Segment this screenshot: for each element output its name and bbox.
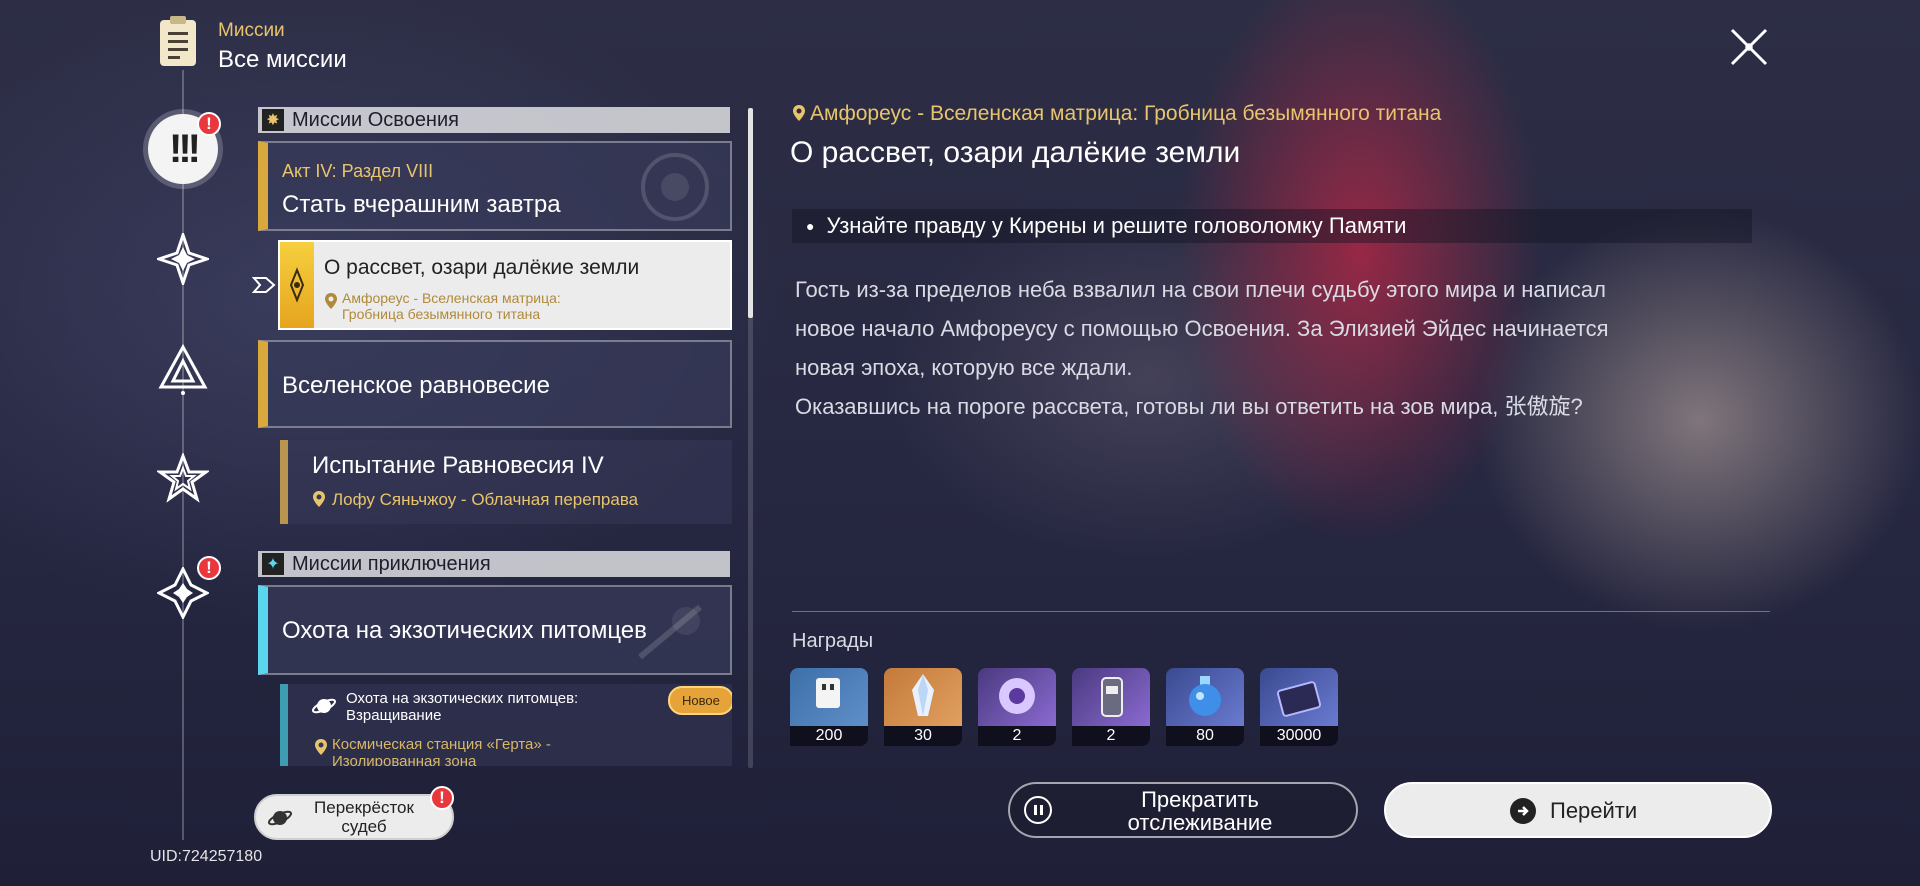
exp-potion-icon <box>1166 668 1244 726</box>
detail-title: О рассвет, озари далёкие земли <box>790 136 1241 169</box>
location-pin-icon <box>312 490 326 508</box>
crossroads-of-fate-button[interactable]: Перекрёсток судеб <box>254 794 454 840</box>
quest-title: Охота на экзотических питомцев <box>282 617 647 644</box>
description-line: новое начало Амфореусу с помощью Освоени… <box>795 316 1609 341</box>
quest-location: Космическая станция «Герта» - Изолирован… <box>332 736 551 766</box>
quest-chapter: Акт IV: Раздел VIII <box>282 161 434 181</box>
reward-item[interactable]: 30000 <box>1260 668 1338 746</box>
objective-text: Узнайте правду у Кирены и решите головол… <box>826 213 1407 238</box>
section-title: Миссии приключения <box>292 552 491 575</box>
location-pin-icon <box>324 292 338 309</box>
reward-count: 80 <box>1166 726 1244 746</box>
reward-item[interactable]: 80 <box>1166 668 1244 746</box>
reward-item[interactable]: 2 <box>978 668 1056 746</box>
uid-label: UID:724257180 <box>150 848 263 865</box>
bullet-icon: ● <box>806 218 815 234</box>
location-pin-icon <box>314 738 328 756</box>
location-pin-icon <box>792 104 806 122</box>
page-title: Все миссии <box>218 46 347 73</box>
quest-title: Стать вчерашним завтра <box>282 191 561 218</box>
stop-tracking-label: Прекратить отслеживание <box>1127 787 1273 835</box>
stellar-jade-icon <box>790 668 868 726</box>
quest-bar <box>280 684 288 766</box>
selected-stripe <box>280 242 314 328</box>
quest-exotic-pets[interactable]: Охота на экзотических питомцев <box>258 585 732 675</box>
description-line: новая эпоха, которую все ждали. <box>795 355 1133 380</box>
quest-emblem-icon <box>641 153 709 221</box>
rewards-label: Награды <box>792 630 874 652</box>
new-badge: Новое <box>668 686 732 715</box>
reward-count: 30 <box>884 726 962 746</box>
stop-tracking-button[interactable]: Прекратить отслеживание <box>1008 782 1358 838</box>
alert-badge-icon: ! <box>430 786 454 810</box>
section-header-trailblaze: ✸ Миссии Освоения <box>258 107 730 133</box>
reward-count: 2 <box>1072 726 1150 746</box>
crystal-icon <box>884 668 962 726</box>
section-title: Миссии Освоения <box>292 108 459 131</box>
alert-badge-icon: ! <box>197 556 221 580</box>
quest-bar <box>280 440 288 524</box>
lightcone-material-icon <box>978 668 1056 726</box>
planet-icon <box>311 694 337 718</box>
relic-material-icon <box>1072 668 1150 726</box>
reward-count: 200 <box>790 726 868 746</box>
category-adventure[interactable] <box>150 446 216 512</box>
tracking-arrow-icon <box>252 277 276 293</box>
triangle-emblem-icon <box>158 343 208 395</box>
pause-icon <box>1024 796 1052 824</box>
quest-act-iv[interactable]: Акт IV: Раздел VIII Стать вчерашним завт… <box>258 141 732 231</box>
quest-exotic-pets-sub[interactable]: Охота на экзотических питомцев: Взращива… <box>280 684 732 766</box>
go-label: Перейти <box>1550 798 1638 823</box>
reward-item[interactable]: 30 <box>884 668 962 746</box>
crossroads-label: Перекрёсток судеб <box>314 798 414 836</box>
divider <box>792 611 1770 612</box>
close-button[interactable] <box>1726 24 1772 70</box>
description-line: Гость из-за пределов неба взвалил на сво… <box>795 277 1606 302</box>
quest-selected[interactable]: О рассвет, озари далёкие земли Амфореус … <box>278 240 732 330</box>
quest-title: О рассвет, озари далёкие земли <box>324 256 640 279</box>
category-trailblaze[interactable] <box>150 226 216 292</box>
quest-trial[interactable]: Испытание Равновесия IV Лофу Сяньчжоу - … <box>280 440 732 524</box>
go-arrow-icon <box>1510 798 1536 824</box>
quest-location: Амфореус - Вселенская матрица: Гробница … <box>342 290 561 322</box>
reward-count: 2 <box>978 726 1056 746</box>
reward-item[interactable]: 2 <box>1072 668 1150 746</box>
detail-description: Гость из-за пределов неба взвалил на сво… <box>795 270 1755 426</box>
objective-row: ● Узнайте правду у Кирены и решите голов… <box>792 209 1752 243</box>
reward-count: 30000 <box>1260 726 1338 746</box>
alert-badge-icon: ! <box>197 112 221 136</box>
header-section-label: Миссии <box>218 20 285 41</box>
credits-icon <box>1260 668 1338 726</box>
missions-clipboard-icon <box>160 16 196 66</box>
go-button[interactable]: Перейти <box>1384 782 1772 838</box>
section-header-adventure: ✦ Миссии приключения <box>258 551 730 577</box>
category-companion[interactable] <box>150 336 216 402</box>
description-line: Оказавшись на пороге рассвета, готовы ли… <box>795 394 1583 419</box>
trailblaze-star-icon <box>157 233 209 285</box>
quest-title: Испытание Равновесия IV <box>312 452 604 479</box>
close-icon <box>1730 28 1768 66</box>
list-scrollbar-thumb[interactable] <box>748 108 753 318</box>
detail-location: Амфореус - Вселенская матрица: Гробница … <box>810 102 1442 125</box>
star-outline-icon <box>157 453 209 503</box>
quest-location: Лофу Сяньчжоу - Облачная переправа <box>332 490 639 509</box>
adventure-section-icon: ✦ <box>262 553 284 575</box>
trailblaze-diamond-icon <box>289 267 305 303</box>
quest-title: Вселенское равновесие <box>282 372 550 399</box>
planet-icon <box>267 806 293 830</box>
quest-equilibrium[interactable]: Вселенское равновесие <box>258 340 732 428</box>
quest-title: Охота на экзотических питомцев: Взращива… <box>346 690 579 724</box>
trailblaze-section-icon: ✸ <box>262 109 284 131</box>
reward-item[interactable]: 200 <box>790 668 868 746</box>
all-missions-icon: !!! <box>169 126 201 171</box>
